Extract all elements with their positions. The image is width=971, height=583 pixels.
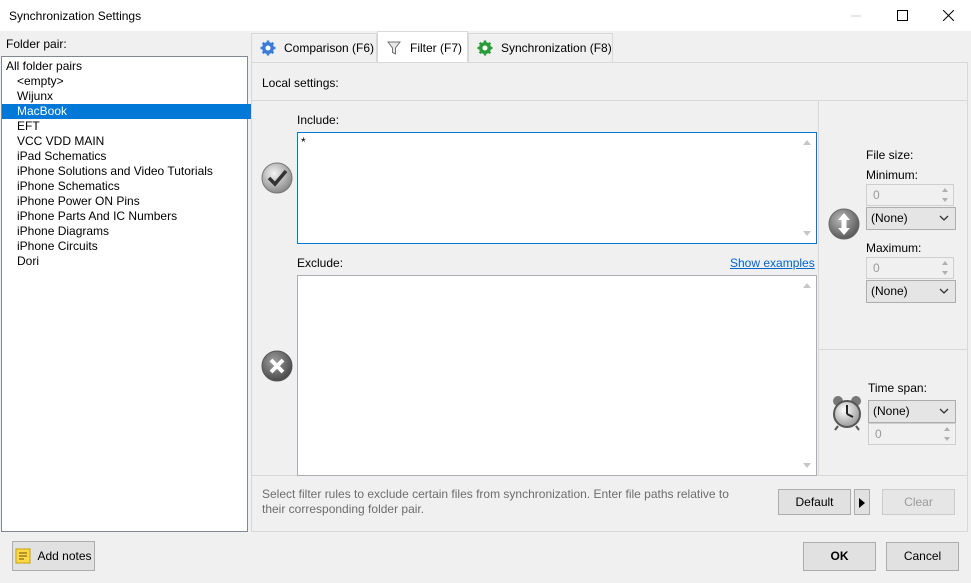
window-title: Synchronization Settings [9, 9, 142, 23]
chevron-down-icon [939, 215, 949, 221]
funnel-icon [387, 41, 401, 55]
default-menu-button[interactable] [854, 489, 870, 515]
tab-comparison[interactable]: Comparison (F6) [251, 33, 377, 62]
folder-pair-list[interactable]: All folder pairs <empty> Wijunx MacBook EFT V… [1, 56, 262, 532]
close-button[interactable] [925, 0, 971, 31]
divider [252, 100, 967, 101]
exclude-label: Exclude: [297, 256, 344, 270]
maximize-button[interactable] [879, 0, 925, 31]
add-notes-button[interactable]: Add notes [12, 541, 95, 571]
cancel-button[interactable]: Cancel [886, 542, 959, 571]
folder-pair-item[interactable]: iPhone Schematics [2, 179, 262, 194]
folder-pair-item[interactable]: VCC VDD MAIN [2, 134, 262, 149]
minimum-size-value: 0 [873, 188, 880, 202]
time-span-value: (None) [873, 404, 910, 418]
minimum-label: Minimum: [866, 168, 919, 182]
checkmark-icon [261, 162, 293, 197]
maximum-unit-select[interactable]: (None) [866, 280, 956, 303]
include-scrollbar[interactable] [800, 134, 815, 242]
folder-pair-item[interactable]: Dori [2, 254, 262, 269]
maximum-size-spinner[interactable]: 0 [866, 257, 954, 279]
show-examples-link[interactable]: Show examples [730, 256, 815, 270]
tab-filter-label: Filter (F7) [410, 40, 462, 55]
maximum-label: Maximum: [866, 241, 922, 255]
time-span-spinner[interactable]: 0 [868, 423, 956, 445]
spinner-buttons[interactable] [940, 424, 955, 444]
folder-pair-item[interactable]: iPhone Circuits [2, 239, 262, 254]
folder-pair-item[interactable]: MacBook [2, 104, 262, 119]
folder-pair-item[interactable]: iPad Schematics [2, 149, 262, 164]
file-size-label: File size: [866, 148, 914, 162]
folder-pair-label: Folder pair: [6, 37, 67, 51]
alarm-clock-icon [830, 395, 864, 434]
local-settings-label: Local settings: [262, 76, 339, 90]
time-span-label: Time span: [868, 381, 927, 395]
minimize-icon [851, 15, 861, 16]
default-button[interactable]: Default [778, 489, 851, 515]
gear-green-icon [477, 40, 493, 56]
time-span-number: 0 [875, 427, 882, 441]
maximize-icon [896, 10, 908, 21]
folder-pair-item[interactable]: <empty> [2, 74, 262, 89]
title-bar [0, 0, 971, 31]
spinner-buttons[interactable] [938, 258, 953, 278]
maximum-unit-value: (None) [871, 284, 908, 298]
tab-synchronization-label: Synchronization (F8) [501, 41, 612, 55]
tab-synchronization[interactable]: Synchronization (F8) [468, 33, 613, 62]
folder-pair-item[interactable]: iPhone Power ON Pins [2, 194, 262, 209]
tab-comparison-label: Comparison (F6) [284, 41, 375, 55]
folder-pair-item[interactable]: iPhone Solutions and Video Tutorials [2, 164, 262, 179]
folder-pair-item[interactable]: iPhone Parts And IC Numbers [2, 209, 262, 224]
cross-icon [261, 350, 293, 385]
time-span-select[interactable]: (None) [868, 400, 956, 423]
minimum-unit-value: (None) [871, 211, 908, 225]
divider [818, 100, 819, 475]
spinner-buttons[interactable] [938, 185, 953, 205]
minimum-unit-select[interactable]: (None) [866, 207, 956, 230]
add-notes-label: Add notes [37, 549, 92, 563]
note-icon [15, 548, 31, 564]
exclude-scrollbar[interactable] [800, 277, 815, 474]
maximum-size-value: 0 [873, 261, 880, 275]
include-label: Include: [297, 113, 340, 127]
exclude-textarea[interactable] [297, 275, 817, 476]
folder-pair-item[interactable]: EFT [2, 119, 262, 134]
gear-blue-icon [260, 40, 276, 56]
close-icon [942, 10, 954, 21]
ok-button[interactable]: OK [803, 542, 876, 571]
chevron-down-icon [939, 288, 949, 294]
clear-button[interactable]: Clear [882, 489, 955, 515]
folder-pair-item[interactable]: Wijunx [2, 89, 262, 104]
up-down-arrows-icon [828, 208, 860, 243]
include-text: * [301, 135, 306, 149]
folder-pair-item[interactable]: iPhone Diagrams [2, 224, 262, 239]
chevron-down-icon [939, 408, 949, 414]
minimum-size-spinner[interactable]: 0 [866, 184, 954, 206]
include-textarea[interactable]: * [297, 132, 817, 244]
triangle-right-icon [859, 498, 865, 508]
filter-hint-text: Select filter rules to exclude certain f… [262, 487, 729, 516]
folder-pair-item[interactable]: All folder pairs [2, 59, 251, 74]
divider [819, 349, 967, 350]
tab-filter[interactable]: Filter (F7) [377, 31, 468, 63]
minimize-button[interactable] [833, 0, 879, 31]
